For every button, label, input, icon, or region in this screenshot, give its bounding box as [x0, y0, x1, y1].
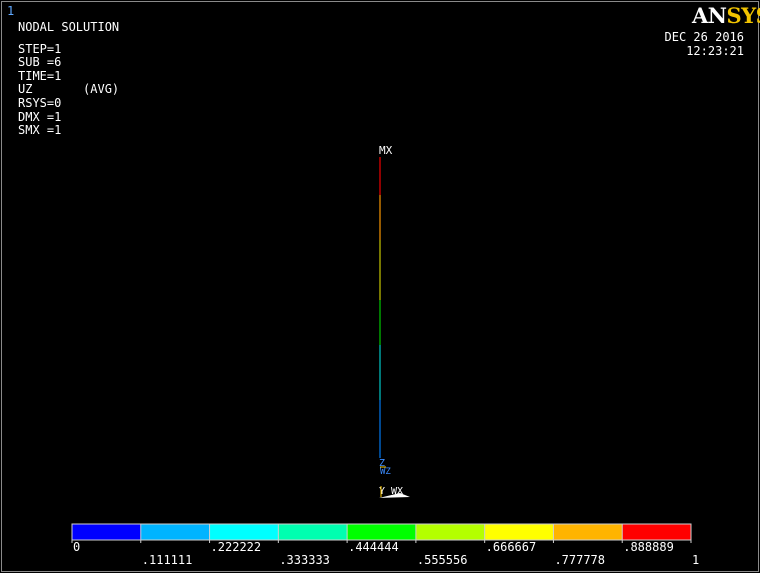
legend-label-top-1: .222222: [210, 540, 262, 554]
legend-label-bottom-3: .777778: [554, 553, 606, 567]
legend-label-bottom-1: .333333: [279, 553, 330, 567]
model-viewport: Z WZ Y WX: [71, 157, 692, 543]
legend-label-bottom-2: .555556: [416, 553, 468, 567]
legend-label-top-4: .888889: [623, 540, 674, 554]
legend-swatch-6: [484, 524, 554, 540]
legend-label-top-3: .666667: [485, 540, 537, 554]
legend-swatch-8: [622, 524, 691, 540]
legend-label-bottom-4: 1: [692, 553, 700, 567]
legend-swatch-7: [553, 524, 623, 540]
legend-label-bottom-0: .111111: [141, 553, 193, 567]
triad-wz-label: WZ: [380, 467, 391, 477]
legend-swatch-5: [415, 524, 485, 540]
legend-label-top-2: .444444: [348, 540, 399, 554]
legend-label-top-0: 0: [73, 540, 81, 554]
legend-swatch-4: [347, 524, 416, 540]
legend-swatch-0: [72, 524, 141, 540]
legend-swatch-2: [209, 524, 279, 540]
legend-swatch-3: [278, 524, 348, 540]
legend-swatch-1: [140, 524, 210, 540]
